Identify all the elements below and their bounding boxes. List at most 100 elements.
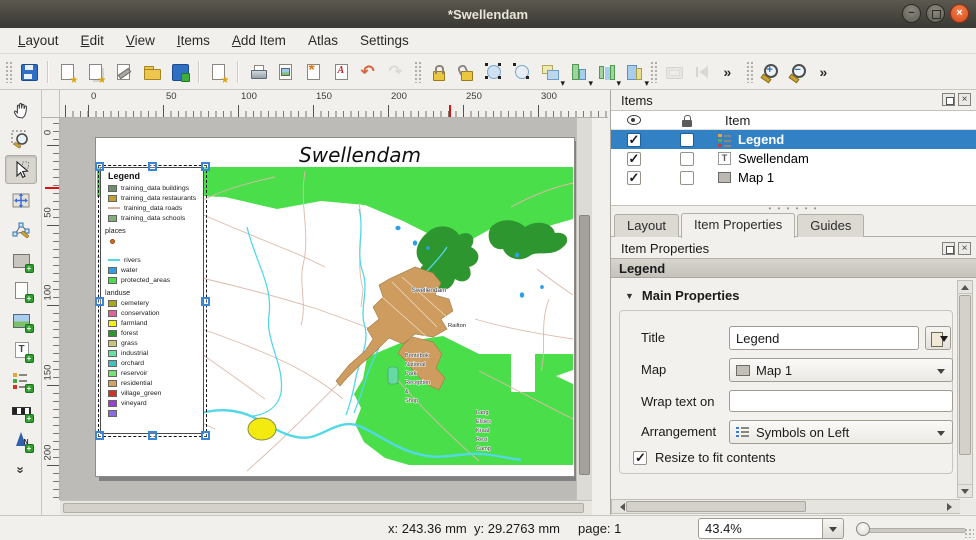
export-svg-icon[interactable] xyxy=(300,58,327,85)
lock-items-icon[interactable] xyxy=(424,58,451,85)
canvas-vertical-scrollbar[interactable] xyxy=(576,118,592,500)
toolbar-grip[interactable] xyxy=(650,61,657,83)
zoom-slider-groove[interactable] xyxy=(862,528,966,533)
selection-handle-sw[interactable] xyxy=(95,431,104,440)
tab-guides[interactable]: Guides xyxy=(797,214,864,237)
legend-item[interactable]: Legend training_data buildingstraining_d… xyxy=(100,167,204,434)
legend-swatch xyxy=(108,320,117,327)
export-image-icon[interactable] xyxy=(272,58,299,85)
tab-item-properties[interactable]: Item Properties xyxy=(681,213,795,238)
zoom-out-icon[interactable]: − xyxy=(784,58,811,85)
main-properties-header[interactable]: ▼ Main Properties xyxy=(625,288,739,303)
window-resize-grip[interactable] xyxy=(964,528,974,538)
item-row-swellendam[interactable]: Swellendam xyxy=(611,149,976,168)
menu-edit[interactable]: Edit xyxy=(71,30,114,51)
legend-entry-row: rivers xyxy=(101,255,203,265)
tab-layout[interactable]: Layout xyxy=(614,214,679,237)
maximize-button[interactable] xyxy=(926,4,945,23)
ungroup-items-icon[interactable] xyxy=(508,58,535,85)
more-icon[interactable] xyxy=(812,58,839,85)
selection-handle-nw[interactable] xyxy=(95,162,104,171)
zoom-tool[interactable] xyxy=(5,125,37,154)
item-row-legend[interactable]: Legend xyxy=(611,130,976,149)
undo-icon[interactable] xyxy=(356,58,383,85)
menu-settings[interactable]: Settings xyxy=(350,30,419,51)
zoom-combo-dropdown-button[interactable] xyxy=(822,518,844,539)
lock-checkbox[interactable] xyxy=(680,152,694,166)
arrangement-select[interactable]: Symbols on Left xyxy=(729,420,953,444)
add-scalebar-tool[interactable]: + xyxy=(5,395,37,424)
properties-close-button[interactable]: × xyxy=(958,242,971,255)
new-layout-icon[interactable] xyxy=(54,58,81,85)
map-title-label[interactable]: Swellendam xyxy=(146,143,574,167)
lock-checkbox[interactable] xyxy=(680,171,694,185)
group-items-icon[interactable] xyxy=(480,58,507,85)
zoom-slider-handle[interactable] xyxy=(856,522,870,536)
add-badge-icon: + xyxy=(25,384,34,393)
canvas-horizontal-scrollbar[interactable] xyxy=(60,500,592,515)
add-legend-tool[interactable]: + xyxy=(5,365,37,394)
pan-tool[interactable] xyxy=(5,95,37,124)
toolbar-grip[interactable] xyxy=(746,61,753,83)
add-picture-tool[interactable]: + xyxy=(5,305,37,334)
duplicate-layout-icon[interactable] xyxy=(82,58,109,85)
save-as-template-icon[interactable] xyxy=(166,58,193,85)
lock-checkbox[interactable] xyxy=(680,133,694,147)
more-icon[interactable] xyxy=(716,58,743,85)
zoom-in-icon[interactable]: + xyxy=(756,58,783,85)
menu-view[interactable]: View xyxy=(116,30,165,51)
more-tools-tool[interactable] xyxy=(5,455,37,484)
distribute-items-icon[interactable] xyxy=(592,58,619,85)
selection-handle-e[interactable] xyxy=(201,297,210,306)
map-select[interactable]: Map 1 xyxy=(729,358,953,382)
resize-items-icon[interactable] xyxy=(620,58,647,85)
toolbar-grip[interactable] xyxy=(5,61,12,83)
minimize-button[interactable]: − xyxy=(902,4,921,23)
layout-canvas[interactable]: Swellendam xyxy=(60,118,592,500)
layout-manager-icon[interactable] xyxy=(110,58,137,85)
resize-checkbox[interactable] xyxy=(633,451,647,465)
add-from-template-icon[interactable] xyxy=(205,58,232,85)
open-icon[interactable] xyxy=(138,58,165,85)
visibility-checkbox[interactable] xyxy=(627,152,641,166)
export-pdf-icon[interactable] xyxy=(328,58,355,85)
item-column-header: Item xyxy=(718,113,750,128)
toolbar-grip[interactable] xyxy=(414,61,421,83)
legend-title-input[interactable] xyxy=(729,326,919,350)
zoom-level-input[interactable] xyxy=(698,518,822,539)
visibility-checkbox[interactable] xyxy=(627,133,641,147)
properties-vertical-scrollbar[interactable] xyxy=(957,280,973,498)
raise-items-icon[interactable] xyxy=(536,58,563,85)
selection-handle-w[interactable] xyxy=(95,297,104,306)
legend-entry-label: conservation xyxy=(121,310,160,317)
properties-float-button[interactable] xyxy=(942,242,955,255)
add-map-tool[interactable]: + xyxy=(5,245,37,274)
item-row-map-1[interactable]: Map 1 xyxy=(611,168,976,187)
selection-handle-s[interactable] xyxy=(148,431,157,440)
menu-items[interactable]: Items xyxy=(167,30,220,51)
menu-add-item[interactable]: Add Item xyxy=(222,30,296,51)
wrap-text-input[interactable] xyxy=(729,390,953,412)
add-label-tool[interactable]: + xyxy=(5,335,37,364)
save-project-icon[interactable] xyxy=(15,58,42,85)
menu-layout[interactable]: Layout xyxy=(8,30,69,51)
items-float-button[interactable] xyxy=(942,93,955,106)
visibility-checkbox[interactable] xyxy=(627,171,641,185)
close-button[interactable]: × xyxy=(950,4,969,23)
align-items-icon[interactable] xyxy=(564,58,591,85)
items-close-button[interactable]: × xyxy=(958,93,971,106)
add-north-arrow-tool[interactable]: + xyxy=(5,425,37,454)
selection-handle-se[interactable] xyxy=(201,431,210,440)
add-3d-map-tool[interactable]: + xyxy=(5,275,37,304)
selection-handle-n[interactable] xyxy=(148,162,157,171)
unlock-items-icon[interactable] xyxy=(452,58,479,85)
edit-nodes-tool[interactable] xyxy=(5,215,37,244)
menu-atlas[interactable]: Atlas xyxy=(298,30,348,51)
print-icon[interactable] xyxy=(244,58,271,85)
select-move-tool[interactable] xyxy=(5,155,37,184)
data-defined-override-button[interactable] xyxy=(925,326,951,350)
properties-horizontal-scrollbar[interactable] xyxy=(611,499,961,514)
legend-swatch xyxy=(108,380,117,387)
move-content-tool[interactable] xyxy=(5,185,37,214)
selection-handle-ne[interactable] xyxy=(201,162,210,171)
